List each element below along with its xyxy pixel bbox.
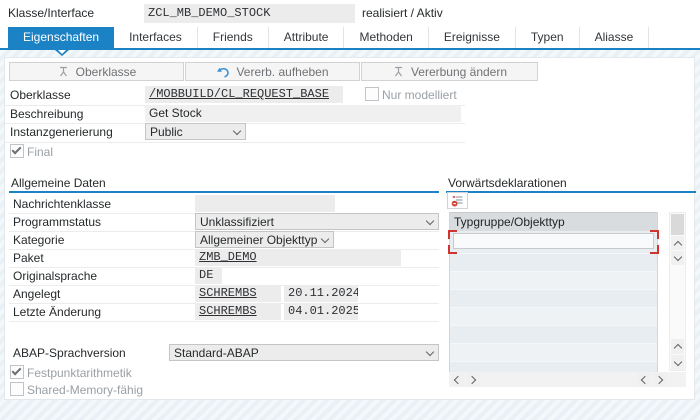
fixed-point-arithmetic-label: Festpunktarithmetik [27,366,132,380]
undo-inheritance-button[interactable]: Vererb. aufheben [185,62,360,81]
tab-eigenschaften[interactable]: Eigenschaften [8,27,114,48]
table-row[interactable] [450,271,657,289]
chevron-down-icon [426,216,434,224]
created-by-label: Angelegt [13,287,60,301]
chevron-down-icon [673,253,681,261]
last-changed-label: Letzte Änderung [13,305,101,319]
scroll-left-button[interactable] [450,373,464,386]
table-column-header[interactable]: Typgruppe/Objekttyp [450,212,657,231]
type-group-input[interactable] [453,233,654,249]
tab-typen[interactable]: Typen [516,27,580,48]
chevron-down-icon [426,347,434,355]
category-select[interactable]: Allgemeiner Objekttyp [195,231,334,248]
chevron-up-icon [673,240,681,248]
final-label: Final [27,145,53,159]
chevron-left-icon [454,375,462,383]
final-checkbox[interactable] [10,144,24,158]
description-input[interactable]: Get Stock [145,105,461,122]
fixed-point-arithmetic-checkbox[interactable] [10,365,24,379]
modeled-only-label: Nur modelliert [382,88,457,102]
superclass-button[interactable]: Oberklasse [9,62,184,81]
scroll-right-button[interactable] [466,373,480,386]
instantiation-select[interactable]: Public [145,123,246,140]
chevron-down-icon [321,234,329,242]
abap-language-version-label: ABAP-Sprachversion [13,346,126,360]
chevron-down-icon [673,357,681,365]
created-on-date-field[interactable]: 20.11.2024 [284,285,358,302]
program-status-select[interactable]: Unklassifiziert [195,213,439,230]
delete-row-button[interactable] [447,192,468,209]
header-bar: Klasse/Interface ZCL_MB_DEMO_STOCK reali… [0,0,700,27]
modeled-only-checkbox[interactable] [365,87,379,101]
forward-declarations-section-title: Vorwärtsdeklarationen [448,176,567,190]
last-changed-date-field[interactable]: 04.01.2025 [284,303,358,320]
scroll-right-button[interactable] [653,373,667,386]
table-row[interactable] [450,307,657,325]
last-changed-user-field[interactable]: SCHREMBS [195,303,281,320]
instantiation-label: Instanzgenerierung [10,125,113,139]
class-name-input[interactable]: ZCL_MB_DEMO_STOCK [144,4,355,23]
created-by-user-field[interactable]: SCHREMBS [195,285,281,302]
general-section-underline [9,191,439,193]
tab-attribute[interactable]: Attribute [269,27,345,48]
package-value-field[interactable]: ZMB_DEMO [195,249,401,266]
general-data-section-title: Allgemeine Daten [11,176,106,190]
original-language-label: Originalsprache [13,269,97,283]
tab-strip: Eigenschaften Interfaces Friends Attribu… [0,27,700,48]
tab-aliasse[interactable]: Aliasse [580,27,650,48]
chevron-left-icon [641,375,649,383]
tab-divider-line [0,48,700,50]
vertical-scrollbar[interactable] [669,212,686,371]
description-label: Beschreibung [10,107,83,121]
category-label: Kategorie [13,233,64,247]
tab-methoden[interactable]: Methoden [344,27,428,48]
superclass-value-field[interactable]: /MOBBUILD/CL_REQUEST_BASE [145,86,343,103]
scroll-down-button[interactable] [671,355,684,370]
inheritance-icon [392,65,405,78]
chevron-up-icon [673,344,681,352]
chevron-right-icon [468,375,476,383]
message-class-input[interactable] [195,195,335,212]
superclass-label: Oberklasse [10,88,71,102]
abap-language-version-select[interactable]: Standard-ABAP [169,344,439,361]
chevron-right-icon [655,375,663,383]
original-language-field[interactable]: DE [195,267,222,284]
scroll-down-button[interactable] [671,251,684,265]
tab-interfaces[interactable]: Interfaces [114,27,198,48]
shared-memory-checkbox[interactable] [10,382,24,396]
selection-bracket-icon [448,230,457,239]
message-class-label: Nachrichtenklasse [13,197,111,211]
forward-section-underline [446,191,696,193]
table-row[interactable] [450,325,657,343]
scrollbar-corner [669,372,686,387]
horizontal-scrollbar[interactable] [449,372,669,387]
scrollbar-thumb[interactable] [671,214,684,235]
package-label: Paket [13,251,44,265]
shared-memory-label: Shared-Memory-fähig [27,383,143,397]
properties-content-panel: Oberklasse Vererb. aufheben Vererbung än… [4,57,695,400]
scroll-up-button[interactable] [671,236,684,250]
table-row[interactable] [450,253,657,271]
chevron-down-icon [233,126,241,134]
sap-class-builder-window: Klasse/Interface ZCL_MB_DEMO_STOCK reali… [0,0,700,420]
table-row[interactable] [450,343,657,361]
scroll-left-button[interactable] [637,373,651,386]
change-inheritance-button[interactable]: Vererbung ändern [361,62,538,81]
tab-ereignisse[interactable]: Ereignisse [429,27,516,48]
undo-icon [216,66,230,78]
delete-row-icon [451,194,465,207]
table-row[interactable] [450,289,657,307]
forward-declarations-table: Typgruppe/Objekttyp [449,212,658,380]
status-text: realisiert / Aktiv [362,6,443,20]
table-row-selected[interactable] [450,231,657,253]
scroll-up-button[interactable] [671,339,684,354]
tab-friends[interactable]: Friends [198,27,269,48]
program-status-label: Programmstatus [13,215,101,229]
class-interface-label: Klasse/Interface [8,6,94,20]
inheritance-icon [57,65,70,78]
